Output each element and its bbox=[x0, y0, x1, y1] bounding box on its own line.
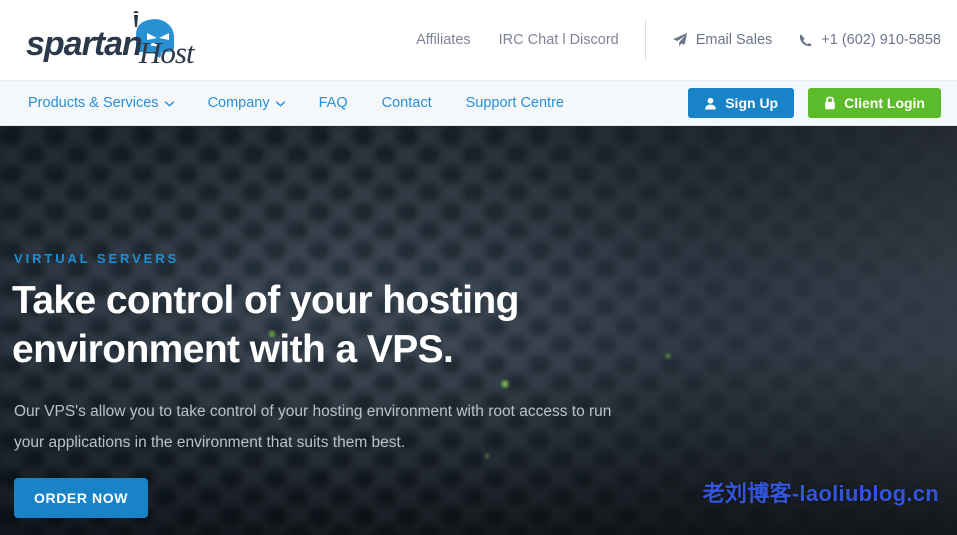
phone-number-label: +1 (602) 910-5858 bbox=[821, 32, 941, 48]
svg-text:spartan: spartan bbox=[26, 25, 142, 63]
order-now-button[interactable]: ORDER NOW bbox=[14, 478, 149, 518]
sign-up-label: Sign Up bbox=[725, 95, 779, 111]
paper-plane-icon bbox=[672, 33, 687, 47]
phone-icon bbox=[800, 33, 812, 46]
nav-label-support-centre: Support Centre bbox=[465, 95, 564, 111]
nav-label-contact: Contact bbox=[381, 95, 432, 111]
top-link-affiliates[interactable]: Affiliates bbox=[416, 32, 471, 48]
main-nav-buttons: Sign Up Client Login bbox=[688, 88, 941, 118]
spartan-host-logo-icon: spartan Host bbox=[26, 11, 197, 69]
hero-subtitle: Our VPS's allow you to take control of y… bbox=[14, 403, 612, 451]
top-bar-divider bbox=[644, 19, 646, 61]
main-nav-links: Products & Services Company FAQ Contact … bbox=[14, 95, 564, 111]
nav-item-products-services[interactable]: Products & Services bbox=[28, 95, 174, 111]
nav-item-contact[interactable]: Contact bbox=[382, 95, 432, 111]
hero-section: VIRTUAL SERVERS Take control of your hos… bbox=[0, 126, 957, 535]
nav-item-company[interactable]: Company bbox=[208, 95, 285, 111]
top-bar-links: Affiliates IRC Chat l Discord bbox=[416, 32, 619, 48]
hero-eyebrow: VIRTUAL SERVERS bbox=[14, 251, 180, 266]
nav-item-support-centre[interactable]: Support Centre bbox=[466, 95, 564, 111]
top-bar-right: Affiliates IRC Chat l Discord Email Sale… bbox=[416, 0, 941, 80]
top-bar-contacts: Email Sales +1 (602) 910-5858 bbox=[672, 32, 941, 48]
page-root: spartan Host Affiliates IRC Chat l Disco… bbox=[0, 0, 957, 535]
hero-title: Take control of your hosting environment… bbox=[12, 279, 519, 371]
svg-text:Host: Host bbox=[138, 35, 196, 69]
site-logo[interactable]: spartan Host bbox=[14, 11, 314, 69]
chevron-down-icon bbox=[275, 101, 285, 107]
chevron-down-icon bbox=[164, 101, 174, 107]
nav-label-products-services: Products & Services bbox=[28, 95, 159, 111]
sign-up-button[interactable]: Sign Up bbox=[688, 88, 795, 118]
top-bar: spartan Host Affiliates IRC Chat l Disco… bbox=[0, 0, 957, 80]
client-login-button[interactable]: Client Login bbox=[808, 88, 941, 118]
nav-item-faq[interactable]: FAQ bbox=[319, 95, 348, 111]
watermark-text: 老刘博客-laoliublog.cn bbox=[702, 481, 939, 506]
lock-icon bbox=[825, 96, 835, 110]
email-sales-link[interactable]: Email Sales bbox=[672, 32, 773, 48]
main-navigation-bar: Products & Services Company FAQ Contact … bbox=[0, 80, 957, 126]
client-login-label: Client Login bbox=[844, 95, 925, 111]
user-icon bbox=[705, 97, 717, 109]
nav-label-faq: FAQ bbox=[318, 95, 348, 111]
phone-number-link[interactable]: +1 (602) 910-5858 bbox=[798, 32, 941, 48]
top-link-irc-chat-discord[interactable]: IRC Chat l Discord bbox=[499, 32, 619, 48]
email-sales-label: Email Sales bbox=[695, 32, 773, 48]
hero-content: VIRTUAL SERVERS Take control of your hos… bbox=[0, 126, 957, 535]
nav-label-company: Company bbox=[207, 95, 270, 111]
